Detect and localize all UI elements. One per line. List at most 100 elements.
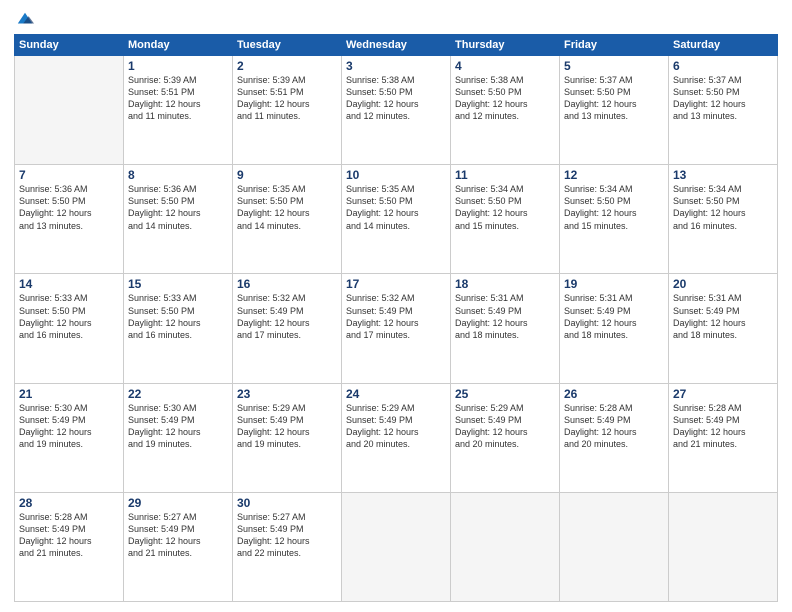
sunrise-text: Sunrise: 5:27 AM: [237, 511, 337, 523]
sunrise-text: Sunrise: 5:28 AM: [564, 402, 664, 414]
day-number: 23: [237, 387, 337, 401]
calendar-week-0: 1Sunrise: 5:39 AMSunset: 5:51 PMDaylight…: [15, 56, 778, 165]
sunrise-text: Sunrise: 5:29 AM: [237, 402, 337, 414]
daylight-text-2: and 12 minutes.: [346, 110, 446, 122]
sunrise-text: Sunrise: 5:32 AM: [346, 292, 446, 304]
sunset-text: Sunset: 5:49 PM: [564, 414, 664, 426]
sunset-text: Sunset: 5:49 PM: [673, 305, 773, 317]
sunrise-text: Sunrise: 5:35 AM: [237, 183, 337, 195]
sunset-text: Sunset: 5:51 PM: [128, 86, 228, 98]
daylight-text-1: Daylight: 12 hours: [564, 426, 664, 438]
weekday-header-wednesday: Wednesday: [342, 35, 451, 56]
sunrise-text: Sunrise: 5:33 AM: [128, 292, 228, 304]
sunset-text: Sunset: 5:49 PM: [237, 414, 337, 426]
daylight-text-2: and 21 minutes.: [128, 547, 228, 559]
calendar-cell: 20Sunrise: 5:31 AMSunset: 5:49 PMDayligh…: [669, 274, 778, 383]
daylight-text-2: and 14 minutes.: [128, 220, 228, 232]
sunset-text: Sunset: 5:50 PM: [237, 195, 337, 207]
daylight-text-1: Daylight: 12 hours: [346, 426, 446, 438]
day-number: 13: [673, 168, 773, 182]
calendar-cell: 10Sunrise: 5:35 AMSunset: 5:50 PMDayligh…: [342, 165, 451, 274]
daylight-text-1: Daylight: 12 hours: [128, 98, 228, 110]
sunrise-text: Sunrise: 5:27 AM: [128, 511, 228, 523]
day-number: 28: [19, 496, 119, 510]
sunset-text: Sunset: 5:51 PM: [237, 86, 337, 98]
calendar-cell: 16Sunrise: 5:32 AMSunset: 5:49 PMDayligh…: [233, 274, 342, 383]
daylight-text-2: and 15 minutes.: [455, 220, 555, 232]
daylight-text-1: Daylight: 12 hours: [455, 98, 555, 110]
daylight-text-2: and 19 minutes.: [19, 438, 119, 450]
daylight-text-1: Daylight: 12 hours: [128, 535, 228, 547]
daylight-text-1: Daylight: 12 hours: [237, 317, 337, 329]
calendar-cell: 25Sunrise: 5:29 AMSunset: 5:49 PMDayligh…: [451, 383, 560, 492]
daylight-text-2: and 13 minutes.: [673, 110, 773, 122]
logo-icon: [16, 10, 34, 28]
calendar-cell: 28Sunrise: 5:28 AMSunset: 5:49 PMDayligh…: [15, 492, 124, 601]
sunset-text: Sunset: 5:49 PM: [128, 523, 228, 535]
calendar-cell: 17Sunrise: 5:32 AMSunset: 5:49 PMDayligh…: [342, 274, 451, 383]
weekday-header-sunday: Sunday: [15, 35, 124, 56]
sunrise-text: Sunrise: 5:36 AM: [128, 183, 228, 195]
calendar-cell: 7Sunrise: 5:36 AMSunset: 5:50 PMDaylight…: [15, 165, 124, 274]
daylight-text-2: and 19 minutes.: [237, 438, 337, 450]
daylight-text-1: Daylight: 12 hours: [564, 207, 664, 219]
calendar-cell: 9Sunrise: 5:35 AMSunset: 5:50 PMDaylight…: [233, 165, 342, 274]
daylight-text-1: Daylight: 12 hours: [673, 426, 773, 438]
daylight-text-2: and 18 minutes.: [564, 329, 664, 341]
weekday-header-friday: Friday: [560, 35, 669, 56]
daylight-text-1: Daylight: 12 hours: [455, 207, 555, 219]
day-number: 16: [237, 277, 337, 291]
sunrise-text: Sunrise: 5:29 AM: [346, 402, 446, 414]
daylight-text-1: Daylight: 12 hours: [455, 426, 555, 438]
daylight-text-1: Daylight: 12 hours: [564, 317, 664, 329]
day-number: 7: [19, 168, 119, 182]
calendar-cell: 18Sunrise: 5:31 AMSunset: 5:49 PMDayligh…: [451, 274, 560, 383]
daylight-text-1: Daylight: 12 hours: [673, 317, 773, 329]
sunset-text: Sunset: 5:49 PM: [19, 523, 119, 535]
sunset-text: Sunset: 5:49 PM: [346, 414, 446, 426]
daylight-text-1: Daylight: 12 hours: [237, 426, 337, 438]
daylight-text-2: and 13 minutes.: [19, 220, 119, 232]
daylight-text-2: and 21 minutes.: [19, 547, 119, 559]
calendar-week-1: 7 Sunrise: 5:36 AM Sunset: 5:50 PM Daylight…: [15, 165, 778, 274]
day-number: 21: [19, 387, 119, 401]
daylight-text-1: Daylight: 12 hours: [455, 317, 555, 329]
logo: [14, 10, 34, 28]
daylight-text-1: Daylight: 12 hours: [128, 207, 228, 219]
daylight-text-1: Daylight: 12 hours: [564, 98, 664, 110]
daylight-text-1: Daylight: 12 hours: [237, 535, 337, 547]
sunset-text: Sunset: 5:49 PM: [237, 523, 337, 535]
sunrise-text: Sunrise: 5:34 AM: [564, 183, 664, 195]
sunset-text: Sunset: 5:50 PM: [673, 86, 773, 98]
calendar-cell: 27Sunrise: 5:28 AMSunset: 5:49 PMDayligh…: [669, 383, 778, 492]
day-number: 15: [128, 277, 228, 291]
calendar-cell: 29Sunrise: 5:27 AMSunset: 5:49 PMDayligh…: [124, 492, 233, 601]
daylight-text-2: and 20 minutes.: [346, 438, 446, 450]
daylight-text-2: and 13 minutes.: [564, 110, 664, 122]
daylight-text-2: and 22 minutes.: [237, 547, 337, 559]
day-number: 5: [564, 59, 664, 73]
day-number: 27: [673, 387, 773, 401]
sunset-text: Sunset: 5:49 PM: [237, 305, 337, 317]
sunrise-text: Sunrise: 5:32 AM: [237, 292, 337, 304]
daylight-text-1: Daylight: 12 hours: [128, 317, 228, 329]
day-number: 2: [237, 59, 337, 73]
calendar-week-3: 21Sunrise: 5:30 AMSunset: 5:49 PMDayligh…: [15, 383, 778, 492]
sunrise-text: Sunrise: 5:29 AM: [455, 402, 555, 414]
calendar-cell: 19Sunrise: 5:31 AMSunset: 5:49 PMDayligh…: [560, 274, 669, 383]
sunrise-text: Sunrise: 5:33 AM: [19, 292, 119, 304]
daylight-text-1: Daylight: 12 hours: [237, 98, 337, 110]
calendar-cell: 12Sunrise: 5:34 AMSunset: 5:50 PMDayligh…: [560, 165, 669, 274]
calendar-cell: 24Sunrise: 5:29 AMSunset: 5:49 PMDayligh…: [342, 383, 451, 492]
sunset-text: Sunset: 5:49 PM: [673, 414, 773, 426]
calendar-week-4: 28Sunrise: 5:28 AMSunset: 5:49 PMDayligh…: [15, 492, 778, 601]
day-number: 30: [237, 496, 337, 510]
daylight-text-2: and 16 minutes.: [128, 329, 228, 341]
sunrise-text: Sunrise: 5:30 AM: [19, 402, 119, 414]
sunset-text: Sunset: 5:50 PM: [346, 195, 446, 207]
calendar-table: SundayMondayTuesdayWednesdayThursdayFrid…: [14, 34, 778, 602]
sunrise-text: Sunrise: 5:37 AM: [673, 74, 773, 86]
calendar-cell: 30Sunrise: 5:27 AMSunset: 5:49 PMDayligh…: [233, 492, 342, 601]
sunset-text: Sunset: 5:50 PM: [673, 195, 773, 207]
daylight-text-2: and 21 minutes.: [673, 438, 773, 450]
